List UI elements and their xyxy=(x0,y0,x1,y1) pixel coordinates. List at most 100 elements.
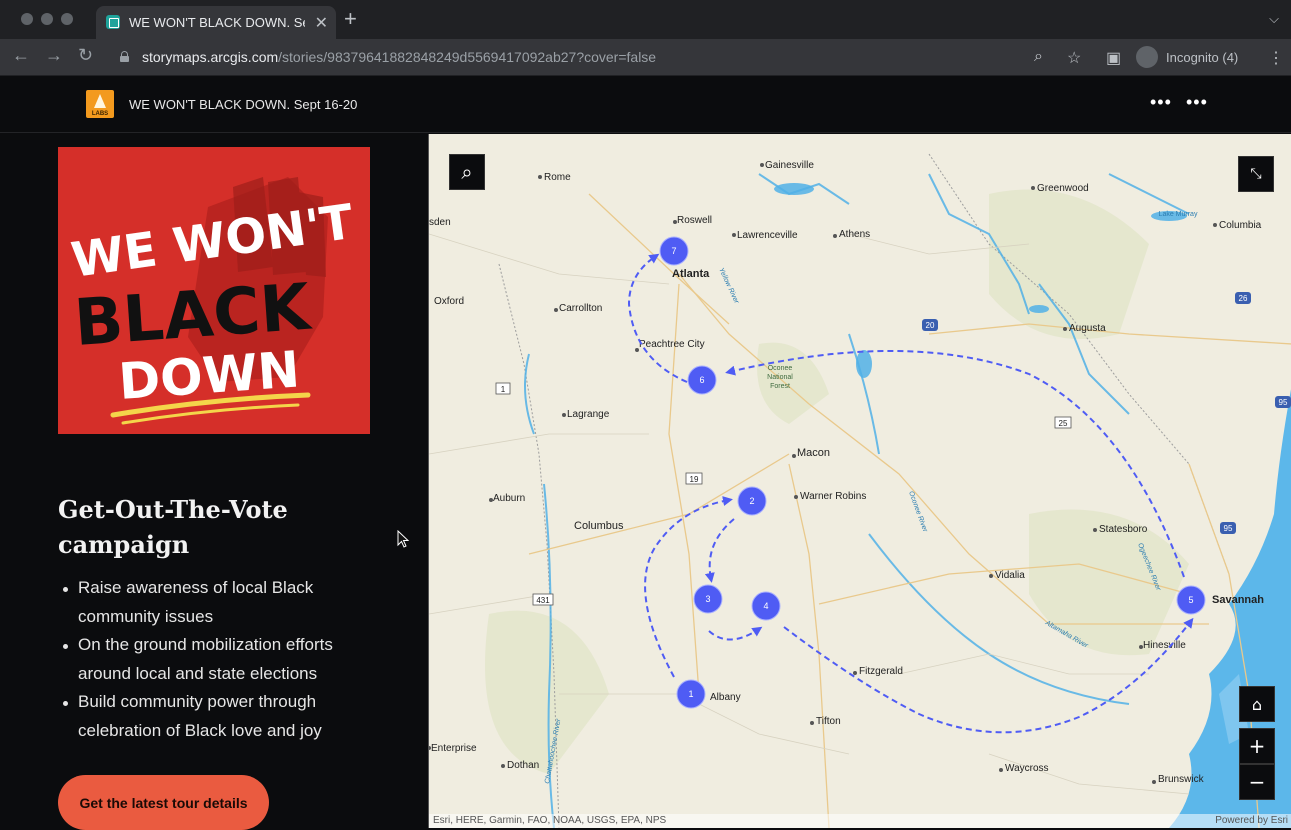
city-columbus: Columbus xyxy=(574,520,624,532)
map-marker-1[interactable]: 1 xyxy=(688,689,693,699)
map-zoom-out-button[interactable]: − xyxy=(1239,764,1275,800)
new-tab-button[interactable]: + xyxy=(344,8,357,30)
story-title: WE WON'T BLACK DOWN. Sept 16-20 xyxy=(129,97,358,112)
city-dothan: Dothan xyxy=(507,760,539,771)
city-athens: Athens xyxy=(839,229,870,240)
map-home-button[interactable]: ⌂ xyxy=(1239,686,1275,722)
map-marker-6[interactable]: 6 xyxy=(699,375,704,385)
city-savannah: Savannah xyxy=(1212,594,1264,606)
city-brunswick: Brunswick xyxy=(1158,774,1205,785)
city-albany: Albany xyxy=(710,692,741,703)
map-canvas: 20 26 1 25 95 19 431 95 Gainesville Rome… xyxy=(429,134,1291,828)
city-peachtree-city: Peachtree City xyxy=(639,339,705,350)
list-item: Raise awareness of local Black community… xyxy=(58,574,378,631)
city-waycross: Waycross xyxy=(1005,763,1049,774)
options-more-icon[interactable]: ••• xyxy=(1186,92,1208,113)
city-auburn: Auburn xyxy=(493,493,525,504)
storymaps-favicon-icon xyxy=(106,15,120,29)
search-icon: ⌕ xyxy=(461,160,473,184)
shield-us25: 25 xyxy=(1059,419,1068,428)
city-oxford: Oxford xyxy=(434,296,464,307)
list-item: Build community power through celebratio… xyxy=(58,688,378,745)
map-marker-7[interactable]: 7 xyxy=(671,246,676,256)
window-minimize-button[interactable] xyxy=(41,13,53,25)
browser-menu-icon[interactable]: ⋮ xyxy=(1268,48,1284,68)
map-fullscreen-button[interactable]: ⤡ xyxy=(1238,156,1274,192)
window-maximize-button[interactable] xyxy=(61,13,73,25)
city-fitzgerald: Fitzgerald xyxy=(859,666,903,677)
city-atlanta: Atlanta xyxy=(672,268,710,280)
shield-i95-south: 95 xyxy=(1224,524,1233,533)
tour-details-button[interactable]: Get the latest tour details xyxy=(58,775,269,830)
label-oconee-national-forest: Oconee National Forest xyxy=(767,365,793,390)
shield-i20: 20 xyxy=(926,321,935,330)
incognito-avatar-icon xyxy=(1136,46,1158,68)
campaign-heading: Get-Out-The-Vote campaign xyxy=(58,495,288,559)
minus-icon: − xyxy=(1248,770,1266,794)
browser-toolbar: ← → ↻ storymaps.arcgis.com/stories/98379… xyxy=(0,39,1291,76)
city-hinesville: Hinesville xyxy=(1143,640,1186,651)
home-icon: ⌂ xyxy=(1251,694,1263,714)
list-item: On the ground mobilization efforts aroun… xyxy=(58,631,378,688)
map-attribution[interactable]: Esri, HERE, Garmin, FAO, NOAA, USGS, EPA… xyxy=(433,815,666,826)
shield-i95-north: 95 xyxy=(1279,398,1288,407)
city-vidalia: Vidalia xyxy=(995,570,1025,581)
tab-search-chevron-icon[interactable]: ⌵ xyxy=(1269,11,1279,27)
city-greenwood: Greenwood xyxy=(1037,183,1089,194)
shield-us19: 19 xyxy=(690,475,699,484)
city-gainesville: Gainesville xyxy=(765,160,814,171)
city-warner-robins: Warner Robins xyxy=(800,491,866,502)
story-header: LABS WE WON'T BLACK DOWN. Sept 16-20 •••… xyxy=(0,77,1291,133)
lock-icon[interactable] xyxy=(120,51,129,62)
expand-icon: ⤡ xyxy=(1250,166,1262,182)
city-rome: Rome xyxy=(544,172,571,183)
city-macon: Macon xyxy=(797,447,830,459)
shield-us431: 431 xyxy=(536,596,550,605)
url-path: /stories/98379641882848249d5569417092ab2… xyxy=(278,49,657,65)
map-marker-3[interactable]: 3 xyxy=(705,594,710,604)
tour-map[interactable]: 20 26 1 25 95 19 431 95 Gainesville Rome… xyxy=(428,134,1291,828)
campaign-goals-list: Raise awareness of local Black community… xyxy=(58,574,378,745)
campaign-poster-image: WE WON'T BLACK DOWN xyxy=(58,147,370,434)
city-lawrenceville: Lawrenceville xyxy=(737,230,798,241)
window-close-button[interactable] xyxy=(21,13,33,25)
map-marker-2[interactable]: 2 xyxy=(749,496,754,506)
share-more-icon[interactable]: ••• xyxy=(1150,92,1172,113)
address-bar[interactable]: storymaps.arcgis.com/stories/98379641882… xyxy=(142,49,656,65)
city-tifton: Tifton xyxy=(816,716,841,727)
bookmark-star-icon[interactable]: ☆ xyxy=(1067,48,1081,68)
powered-by-esri[interactable]: Powered by Esri xyxy=(1215,815,1288,826)
side-panel-icon[interactable]: ▣ xyxy=(1106,48,1121,68)
tab-close-icon[interactable]: ✕ xyxy=(315,13,328,33)
map-attribution-bar: Esri, HERE, Garmin, FAO, NOAA, USGS, EPA… xyxy=(429,814,1291,828)
city-augusta: Augusta xyxy=(1069,323,1106,334)
city-roswell: Roswell xyxy=(677,215,712,226)
browser-tab-strip: WE WON'T BLACK DOWN. Sept 16-20 ✕ + ⌵ xyxy=(0,0,1291,39)
labs-logo: LABS xyxy=(86,90,114,118)
map-marker-5[interactable]: 5 xyxy=(1188,595,1193,605)
zoom-icon[interactable]: ⌕ xyxy=(1034,48,1043,66)
city-columbia: Columbia xyxy=(1219,220,1262,231)
shield-i26: 26 xyxy=(1239,294,1248,303)
map-marker-4[interactable]: 4 xyxy=(763,601,768,611)
browser-tab[interactable]: WE WON'T BLACK DOWN. Sept 16-20 ✕ xyxy=(96,6,336,39)
map-zoom-in-button[interactable]: + xyxy=(1239,728,1275,764)
tab-title: WE WON'T BLACK DOWN. Sept 16-20 xyxy=(129,15,305,30)
label-lake-murray: Lake Murray xyxy=(1159,211,1198,218)
url-host: storymaps.arcgis.com xyxy=(142,49,279,65)
sidebar-panel: WE WON'T BLACK DOWN Get-Out-The-Vote cam… xyxy=(0,134,428,830)
logo-text: LABS xyxy=(91,111,109,117)
incognito-profile-button[interactable]: Incognito (4) xyxy=(1136,46,1238,68)
incognito-label: Incognito (4) xyxy=(1166,49,1239,65)
city-carrollton: Carrollton xyxy=(559,303,602,314)
mouse-cursor-icon xyxy=(397,530,410,548)
back-arrow-icon[interactable]: ← xyxy=(12,45,30,66)
city-sden: sden xyxy=(429,217,451,228)
city-lagrange: Lagrange xyxy=(567,409,610,420)
reload-icon[interactable]: ↻ xyxy=(78,45,93,66)
city-enterprise: Enterprise xyxy=(431,743,477,754)
map-search-button[interactable]: ⌕ xyxy=(449,154,485,190)
forward-arrow-icon[interactable]: → xyxy=(45,45,63,66)
shield-us1: 1 xyxy=(501,385,506,394)
plus-icon: + xyxy=(1248,734,1266,758)
